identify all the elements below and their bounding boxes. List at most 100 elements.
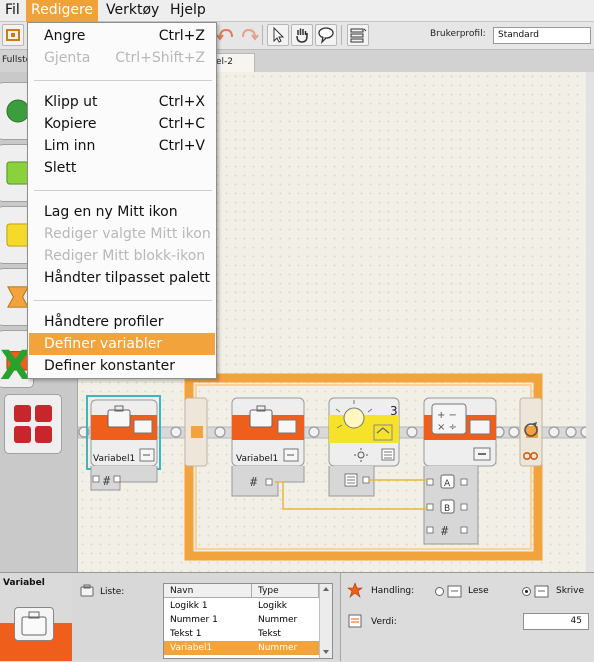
write-label: Skrive xyxy=(556,586,584,596)
math-input-a: A xyxy=(444,479,451,489)
svg-text:× ÷: × ÷ xyxy=(437,422,457,433)
data-hub-1 xyxy=(90,466,158,491)
undo-icon[interactable] xyxy=(215,24,237,46)
menu-fil[interactable]: Fil xyxy=(0,0,25,22)
menu-item-shortcut: Ctrl+C xyxy=(158,116,205,132)
column-header-name[interactable]: Navn xyxy=(164,584,252,598)
menu-item-shortcut: Ctrl+Z xyxy=(158,28,205,44)
edit-menu-dropdown: Angre Ctrl+Z Gjenta Ctrl+Shift+Z Klipp u… xyxy=(27,22,217,379)
row-type: Nummer xyxy=(258,643,298,653)
action-label: Handling: xyxy=(371,586,415,596)
menu-hjelp[interactable]: Hjelp xyxy=(165,0,211,22)
table-scrollbar[interactable] xyxy=(319,584,332,658)
read-label: Lese xyxy=(468,586,489,596)
menu-item-klipp-ut[interactable]: Klipp ut Ctrl+X xyxy=(29,91,215,113)
number-hash-icon: # xyxy=(250,475,258,489)
write-mode-icon xyxy=(534,583,550,602)
value-input[interactable]: 45 xyxy=(523,613,589,630)
menu-item-define-constants[interactable]: Definer konstanter xyxy=(29,355,215,377)
list-icon xyxy=(80,583,94,602)
radio-write[interactable] xyxy=(522,587,531,596)
config-settings: Handling: Lese Skrive Verdi: 45 xyxy=(340,573,594,661)
menu-separator xyxy=(34,190,212,191)
menu-item-label: Gjenta xyxy=(44,50,91,66)
suitcase-icon xyxy=(14,607,54,641)
palette-my-blocks[interactable] xyxy=(4,394,62,454)
table-row[interactable]: Logikk 1 Logikk xyxy=(164,599,319,613)
row-name: Logikk 1 xyxy=(170,601,208,611)
menu-verktoy[interactable]: Verktøy xyxy=(101,0,164,22)
menu-item-label: Rediger valgte Mitt ikon xyxy=(44,226,211,242)
menu-item-label: Håndter tilpasset palett xyxy=(44,270,210,286)
value-label: Verdi: xyxy=(371,617,397,627)
math-input-b: B xyxy=(444,504,450,514)
profile-label: Brukerprofil: xyxy=(430,29,486,39)
value-icon xyxy=(347,613,363,633)
toolbar-separator xyxy=(341,25,342,45)
menu-item-lim-inn[interactable]: Lim inn Ctrl+V xyxy=(29,135,215,157)
pan-hand-icon[interactable] xyxy=(291,24,313,46)
menu-item-label: Lag en ny Mitt ikon xyxy=(44,204,178,220)
row-name: Nummer 1 xyxy=(170,615,218,625)
block1-label: Variabel1 xyxy=(93,454,135,464)
row-type: Logikk xyxy=(258,601,287,611)
svg-text:+ −: + − xyxy=(437,410,457,421)
read-mode-icon xyxy=(447,583,463,602)
menu-item-new-my-block[interactable]: Lag en ny Mitt ikon xyxy=(29,201,215,223)
redo-icon[interactable] xyxy=(238,24,260,46)
canvas-scrollbar[interactable] xyxy=(586,72,594,572)
block2-label: Variabel1 xyxy=(236,454,278,464)
write-mode-icon xyxy=(139,448,155,462)
menu-bar: Fil Redigere Verktøy Hjelp xyxy=(0,0,594,22)
menu-item-label: Håndtere profiler xyxy=(44,314,164,330)
variable-list-table[interactable]: Navn Type Logikk 1 Logikk Nummer 1 Numme… xyxy=(163,583,333,659)
radio-read[interactable] xyxy=(435,587,444,596)
menu-item-shortcut: Ctrl+V xyxy=(158,138,205,154)
row-type: Nummer xyxy=(258,615,298,625)
profile-select[interactable]: Standard xyxy=(493,27,591,44)
menu-item-label: Kopiere xyxy=(44,116,97,132)
table-row[interactable]: Tekst 1 Tekst xyxy=(164,627,319,641)
menu-item-shortcut: Ctrl+X xyxy=(158,94,205,110)
number-hash-icon: # xyxy=(441,524,449,538)
config-panel-title: Variabel xyxy=(3,578,45,588)
menu-item-shortcut: Ctrl+Shift+Z xyxy=(115,50,205,66)
table-row-selected[interactable]: Variabel1 Nummer xyxy=(164,641,319,655)
toolbar-separator xyxy=(262,25,263,45)
pointer-tool-icon[interactable] xyxy=(267,24,289,46)
new-program-icon[interactable] xyxy=(2,24,24,46)
menu-item-label: Definer konstanter xyxy=(44,358,176,374)
sensor-port-number: 3 xyxy=(390,404,398,418)
config-panel-header: Variabel xyxy=(0,573,72,661)
row-type: Tekst xyxy=(258,629,281,639)
menu-item-manage-profiles[interactable]: Håndtere profiler xyxy=(29,311,215,333)
table-row[interactable]: Nummer 1 Nummer xyxy=(164,613,319,627)
config-panel: Variabel Liste: Navn Type Logikk 1 Logik… xyxy=(0,572,594,661)
menu-item-label: Klipp ut xyxy=(44,94,98,110)
menu-item-label: Lim inn xyxy=(44,138,96,154)
menu-separator xyxy=(34,80,212,81)
menu-item-angre[interactable]: Angre Ctrl+Z xyxy=(29,25,215,47)
menu-item-edit-my-block-icon: Rediger Mitt blokk-ikon xyxy=(29,245,215,267)
menu-item-kopiere[interactable]: Kopiere Ctrl+C xyxy=(29,113,215,135)
tab-fullscreen[interactable]: Fullste xyxy=(0,52,31,68)
menu-item-label: Slett xyxy=(44,160,77,176)
number-hash-icon: # xyxy=(103,474,111,488)
row-name: Variabel1 xyxy=(170,643,213,653)
menu-separator xyxy=(34,300,212,301)
menu-item-label: Rediger Mitt blokk-ikon xyxy=(44,248,206,264)
menu-item-define-variables[interactable]: Definer variabler xyxy=(29,333,215,355)
comment-tool-icon[interactable] xyxy=(315,24,337,46)
action-icon xyxy=(347,582,363,602)
list-label: Liste: xyxy=(100,587,125,597)
menu-item-slett[interactable]: Slett xyxy=(29,157,215,179)
menu-redigere[interactable]: Redigere xyxy=(26,0,99,22)
menu-item-custom-palette[interactable]: Håndter tilpasset palett xyxy=(29,267,215,289)
read-mode-icon xyxy=(283,448,299,462)
sequence-icon[interactable] xyxy=(347,24,369,46)
menu-item-edit-my-block: Rediger valgte Mitt ikon xyxy=(29,223,215,245)
menu-item-label: Angre xyxy=(44,28,86,44)
row-name: Tekst 1 xyxy=(170,629,202,639)
column-header-type[interactable]: Type xyxy=(252,584,319,598)
menu-item-gjenta: Gjenta Ctrl+Shift+Z xyxy=(29,47,215,69)
